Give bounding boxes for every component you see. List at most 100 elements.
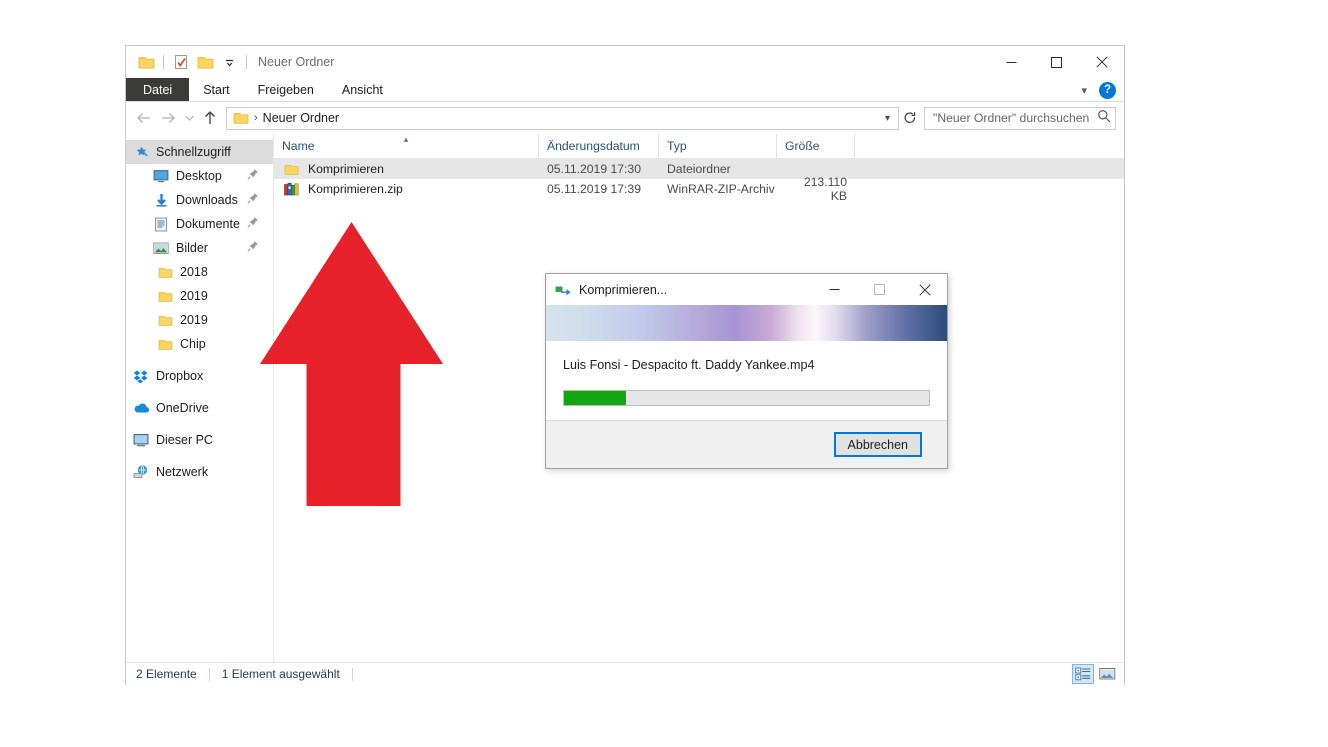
search-icon[interactable]	[1097, 109, 1111, 128]
sidebar-label: Downloads	[176, 193, 238, 207]
pictures-icon	[152, 240, 170, 256]
sidebar-item-2019-b[interactable]: 2019	[126, 308, 273, 332]
sidebar-item-dieser-pc[interactable]: Dieser PC	[126, 428, 273, 452]
file-name-cell: Komprimieren.zip	[274, 182, 539, 196]
chevron-down-icon[interactable]: ▾	[1077, 84, 1091, 97]
search-input[interactable]	[933, 111, 1097, 125]
file-name-cell: Komprimieren	[274, 162, 539, 176]
pin-icon[interactable]	[247, 240, 261, 254]
toolbar-separator	[163, 55, 164, 69]
chevron-down-icon[interactable]	[217, 50, 241, 74]
dropbox-icon	[132, 368, 150, 384]
sidebar-item-chip[interactable]: Chip	[126, 332, 273, 356]
folder-icon	[156, 288, 174, 304]
sidebar-label: 2019	[180, 313, 208, 327]
sidebar-label: Bilder	[176, 241, 208, 255]
breadcrumb-separator: ›	[254, 112, 258, 124]
onedrive-cloud-icon	[132, 400, 150, 416]
star-pin-icon	[132, 144, 150, 160]
quick-access-toolbar	[134, 50, 252, 74]
dialog-gradient-banner	[546, 305, 947, 341]
window-controls	[989, 46, 1124, 78]
progress-bar-fill	[564, 391, 627, 405]
toolbar-separator-2	[246, 55, 247, 69]
sidebar-item-schnellzugriff[interactable]: Schnellzugriff	[126, 140, 273, 164]
status-divider-2	[351, 667, 353, 681]
desktop-icon	[152, 168, 170, 184]
pin-icon[interactable]	[247, 192, 261, 206]
tab-start[interactable]: Start	[189, 78, 243, 101]
sidebar-item-2018[interactable]: 2018	[126, 260, 273, 284]
tab-ansicht[interactable]: Ansicht	[328, 78, 397, 101]
up-button[interactable]	[198, 106, 222, 130]
sidebar-item-dokumente[interactable]: Dokumente	[126, 212, 273, 236]
details-view-icon[interactable]	[1072, 664, 1094, 684]
column-header-size[interactable]: Größe	[777, 134, 855, 158]
properties-icon[interactable]	[169, 50, 193, 74]
ribbon-right-controls: ▾ ?	[1077, 78, 1120, 102]
sidebar-item-onedrive[interactable]: OneDrive	[126, 396, 273, 420]
address-right-controls: ▾	[881, 113, 894, 124]
sidebar-item-dropbox[interactable]: Dropbox	[126, 364, 273, 388]
forward-button[interactable]	[156, 106, 180, 130]
history-dropdown-icon[interactable]	[180, 106, 198, 130]
file-date-cell: 05.11.2019 17:30	[547, 162, 641, 176]
large-icons-view-icon[interactable]	[1096, 664, 1118, 684]
documents-icon	[152, 216, 170, 232]
column-label: Änderungsdatum	[547, 139, 640, 153]
column-label: Name	[282, 139, 315, 153]
back-button[interactable]	[132, 106, 156, 130]
dialog-title: Komprimieren...	[579, 282, 668, 297]
cancel-button[interactable]: Abbrechen	[833, 432, 922, 457]
navigation-pane: Schnellzugriff Desktop Downloads Dokumen…	[126, 134, 274, 662]
compress-icon	[555, 282, 572, 298]
sidebar-item-desktop[interactable]: Desktop	[126, 164, 273, 188]
folder-icon[interactable]	[134, 50, 158, 74]
folder-icon	[156, 312, 174, 328]
status-item-count: 2 Elemente	[136, 667, 197, 681]
column-header-date[interactable]: Änderungsdatum	[539, 134, 659, 158]
maximize-icon[interactable]	[1034, 46, 1079, 78]
file-type-cell: Dateiordner	[667, 162, 731, 176]
new-folder-icon[interactable]	[193, 50, 217, 74]
sidebar-label: Schnellzugriff	[156, 145, 231, 159]
column-header-name[interactable]: Name ▴	[274, 134, 539, 158]
status-divider	[208, 667, 210, 681]
sidebar-item-downloads[interactable]: Downloads	[126, 188, 273, 212]
tab-datei[interactable]: Datei	[126, 78, 190, 101]
ribbon-tab-bar: Datei Start Freigeben Ansicht ▾ ?	[126, 78, 1124, 102]
help-icon[interactable]: ?	[1099, 81, 1116, 99]
refresh-icon[interactable]	[899, 107, 921, 130]
column-header-filler	[855, 134, 1124, 158]
table-row[interactable]: Komprimieren.zip 05.11.2019 17:39 WinRAR…	[274, 175, 1124, 203]
search-box[interactable]	[924, 106, 1116, 130]
column-header-type[interactable]: Typ	[659, 134, 777, 158]
minimize-icon[interactable]	[812, 274, 857, 305]
sidebar-label: Netzwerk	[156, 465, 209, 479]
folder-icon	[284, 163, 301, 176]
column-label: Typ	[667, 139, 687, 153]
sidebar-item-2019-a[interactable]: 2019	[126, 284, 273, 308]
minimize-icon[interactable]	[989, 46, 1034, 78]
folder-icon	[233, 111, 249, 125]
sidebar-item-bilder[interactable]: Bilder	[126, 236, 273, 260]
sidebar-item-netzwerk[interactable]: Netzwerk	[126, 460, 273, 484]
tab-freigeben[interactable]: Freigeben	[244, 78, 328, 101]
sort-ascending-icon: ▴	[403, 134, 409, 144]
dialog-content: Luis Fonsi - Despacito ft. Daddy Yankee.…	[546, 341, 947, 420]
folder-icon	[156, 264, 174, 280]
download-icon	[152, 192, 170, 208]
file-size-cell: 213.110 KB	[803, 175, 847, 203]
chevron-down-icon[interactable]: ▾	[881, 113, 894, 124]
view-mode-buttons	[1072, 664, 1118, 684]
table-row[interactable]: Komprimieren 05.11.2019 17:30 Dateiordne…	[274, 159, 1124, 179]
close-icon[interactable]	[1079, 46, 1124, 78]
pin-icon[interactable]	[247, 216, 261, 230]
breadcrumb-path[interactable]: Neuer Ordner	[263, 111, 339, 125]
address-bar[interactable]: › Neuer Ordner ▾	[226, 106, 899, 130]
close-icon[interactable]	[902, 274, 947, 305]
sidebar-label: Dokumente	[176, 217, 240, 231]
winrar-archive-icon	[284, 182, 301, 196]
sidebar-label: Desktop	[176, 169, 222, 183]
pin-icon[interactable]	[247, 168, 261, 182]
